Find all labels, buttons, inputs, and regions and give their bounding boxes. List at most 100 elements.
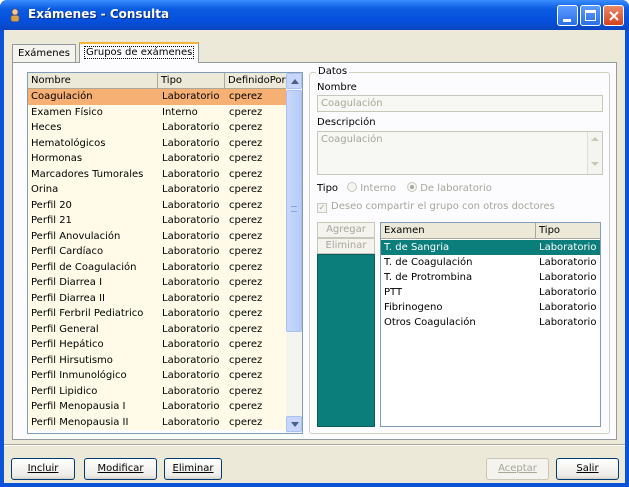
compartir-label: Deseo compartir el grupo con otros docto… [331, 201, 555, 212]
cell-tipo: Laboratorio [539, 302, 597, 313]
table-row[interactable]: Perfil Inmunológico Laboratorio cperez [28, 368, 287, 384]
table-row[interactable]: Heces Laboratorio cperez [28, 120, 287, 136]
cell-nombre: Perfil 21 [31, 215, 72, 226]
cell-tipo: Laboratorio [162, 215, 220, 226]
table-row[interactable]: Perfil Diarrea I Laboratorio cperez [28, 275, 287, 291]
descripcion-value: Coagulación [321, 134, 383, 145]
table-row[interactable]: PTT Laboratorio [381, 285, 600, 300]
nombre-field[interactable]: Coagulación [317, 95, 603, 112]
table-row[interactable]: T. de Coagulación Laboratorio [381, 255, 600, 270]
minimize-icon [563, 19, 571, 22]
exam-list[interactable]: Examen Tipo T. de Sangria Laboratorio T. d… [380, 222, 601, 427]
descripcion-scrollbar[interactable] [587, 132, 602, 174]
cell-definidopor: cperez [229, 292, 263, 304]
cell-tipo: Laboratorio [162, 292, 220, 304]
cell-nombre: Orina [31, 184, 59, 195]
table-row[interactable]: Perfil 21 Laboratorio cperez [28, 213, 287, 229]
cell-nombre: Perfil Hirsutismo [31, 354, 113, 366]
compartir-checkbox[interactable]: ✓ Deseo compartir el grupo con otros doct… [317, 201, 555, 213]
table-row[interactable]: Orina Laboratorio cperez [28, 182, 287, 198]
column-header-nombre[interactable]: Nombre [28, 73, 158, 89]
eliminar-examen-button[interactable]: Eliminar [317, 238, 375, 254]
cell-nombre: Perfil Inmunológico [31, 370, 127, 381]
cell-tipo: Interno [162, 106, 198, 118]
cell-definidopor: cperez [229, 122, 263, 133]
table-row[interactable]: Perfil Ferbril Pediatrico Laboratorio cper… [28, 306, 287, 322]
close-button[interactable] [603, 5, 624, 26]
table-row[interactable]: Fibrinogeno Laboratorio [381, 300, 600, 315]
table-row[interactable]: Perfil Menopausia I Laboratorio cperez [28, 399, 287, 415]
eliminar-button[interactable]: Eliminar [164, 458, 222, 480]
tipo-label: Tipo [317, 183, 339, 194]
cell-definidopor: cperez [229, 323, 263, 335]
groups-list-rows: Coagulación Laboratorio cperez Examen Físic… [28, 89, 287, 430]
table-row[interactable]: Perfil Cardíaco Laboratorio cperez [28, 244, 287, 260]
cell-definidopor: cperez [229, 370, 263, 381]
cell-tipo: Laboratorio [539, 257, 597, 268]
cell-examen: Otros Coagulación [384, 317, 476, 328]
table-row[interactable]: Perfil Menopausia II Laboratorio cperez [28, 414, 287, 430]
table-row[interactable]: Perfil General Laboratorio cperez [28, 321, 287, 337]
column-header-tipo[interactable]: Tipo [158, 73, 225, 89]
radio-icon [347, 182, 358, 192]
cell-tipo: Laboratorio [162, 137, 220, 149]
table-row[interactable]: T. de Protrombina Laboratorio [381, 270, 600, 285]
cell-nombre: Hematológicos [31, 137, 106, 149]
table-row[interactable]: Perfil Hirsutismo Laboratorio cperez [28, 352, 287, 368]
cell-definidopor: cperez [229, 308, 263, 319]
incluir-label: Incluir [27, 463, 59, 474]
groups-list-scrollbar[interactable] [286, 73, 302, 433]
table-row[interactable]: T. de Sangria Laboratorio [381, 240, 600, 255]
table-row[interactable]: Perfil de Coagulación Laboratorio cperez [28, 259, 287, 275]
cell-tipo: Laboratorio [162, 91, 220, 102]
groups-list[interactable]: Nombre Tipo DefinidoPor Coagulación Labor… [27, 72, 303, 434]
tipo-interno-radio[interactable]: Interno [347, 182, 396, 194]
tab-grupos-de-examenes[interactable]: Grupos de exámenes [79, 42, 200, 63]
cell-nombre: Perfil Lipidico [31, 385, 98, 397]
table-row[interactable]: Hematológicos Laboratorio cperez [28, 135, 287, 151]
maximize-button[interactable] [580, 5, 601, 26]
modificar-button[interactable]: Modificar [84, 458, 157, 480]
cell-definidopor: cperez [229, 277, 263, 288]
cell-tipo: Laboratorio [162, 370, 220, 381]
agregar-button[interactable]: Agregar [317, 222, 375, 238]
minimize-button[interactable] [557, 5, 578, 26]
table-row[interactable]: Perfil 20 Laboratorio cperez [28, 197, 287, 213]
table-row[interactable]: Perfil Anovulación Laboratorio cperez [28, 228, 287, 244]
cell-examen: T. de Coagulación [384, 257, 473, 268]
incluir-button[interactable]: Incluir [11, 458, 75, 480]
table-row[interactable]: Marcadores Tumorales Laboratorio cperez [28, 166, 287, 182]
title-bar[interactable]: Exámenes - Consulta [0, 0, 629, 30]
scroll-thumb[interactable] [286, 90, 302, 332]
tipo-row: Tipo Interno De laboratorio [317, 182, 492, 194]
chevron-up-icon [291, 79, 299, 84]
scroll-up-button[interactable] [286, 73, 302, 89]
cell-examen: PTT [384, 287, 403, 298]
aceptar-button[interactable]: Aceptar [486, 458, 549, 480]
cell-nombre: Hormonas [31, 153, 83, 164]
column-header-definidopor[interactable]: DefinidoPor [225, 73, 287, 89]
cell-tipo: Laboratorio [162, 122, 220, 133]
table-row[interactable]: Coagulación Laboratorio cperez [28, 89, 287, 105]
tipo-laboratorio-radio[interactable]: De laboratorio [407, 182, 492, 194]
cell-nombre: Perfil Ferbril Pediatrico [31, 308, 144, 319]
table-row[interactable]: Hormonas Laboratorio cperez [28, 151, 287, 167]
cell-nombre: Perfil Menopausia II [31, 416, 129, 428]
exam-palette-panel [317, 254, 375, 427]
scroll-down-button[interactable] [286, 416, 302, 432]
column-header-tipo[interactable]: Tipo [536, 223, 600, 239]
table-row[interactable]: Examen Físico Interno cperez [28, 104, 287, 120]
table-row[interactable]: Perfil Lipidico Laboratorio cperez [28, 383, 287, 399]
table-row[interactable]: Perfil Diarrea II Laboratorio cperez [28, 290, 287, 306]
cell-tipo: Laboratorio [539, 242, 597, 253]
tab-examenes[interactable]: Exámenes [12, 44, 76, 63]
app-window: Exámenes - Consulta Exámenes Grupos de e… [0, 0, 629, 487]
cell-definidopor: cperez [229, 137, 263, 149]
column-header-examen[interactable]: Examen [381, 223, 536, 239]
table-row[interactable]: Perfil Hepático Laboratorio cperez [28, 337, 287, 353]
descripcion-field[interactable]: Coagulación [317, 131, 603, 175]
salir-button[interactable]: Salir [556, 458, 619, 480]
chevron-down-icon [591, 162, 599, 166]
table-row[interactable]: Otros Coagulación Laboratorio [381, 315, 600, 330]
cell-definidopor: cperez [229, 401, 263, 412]
